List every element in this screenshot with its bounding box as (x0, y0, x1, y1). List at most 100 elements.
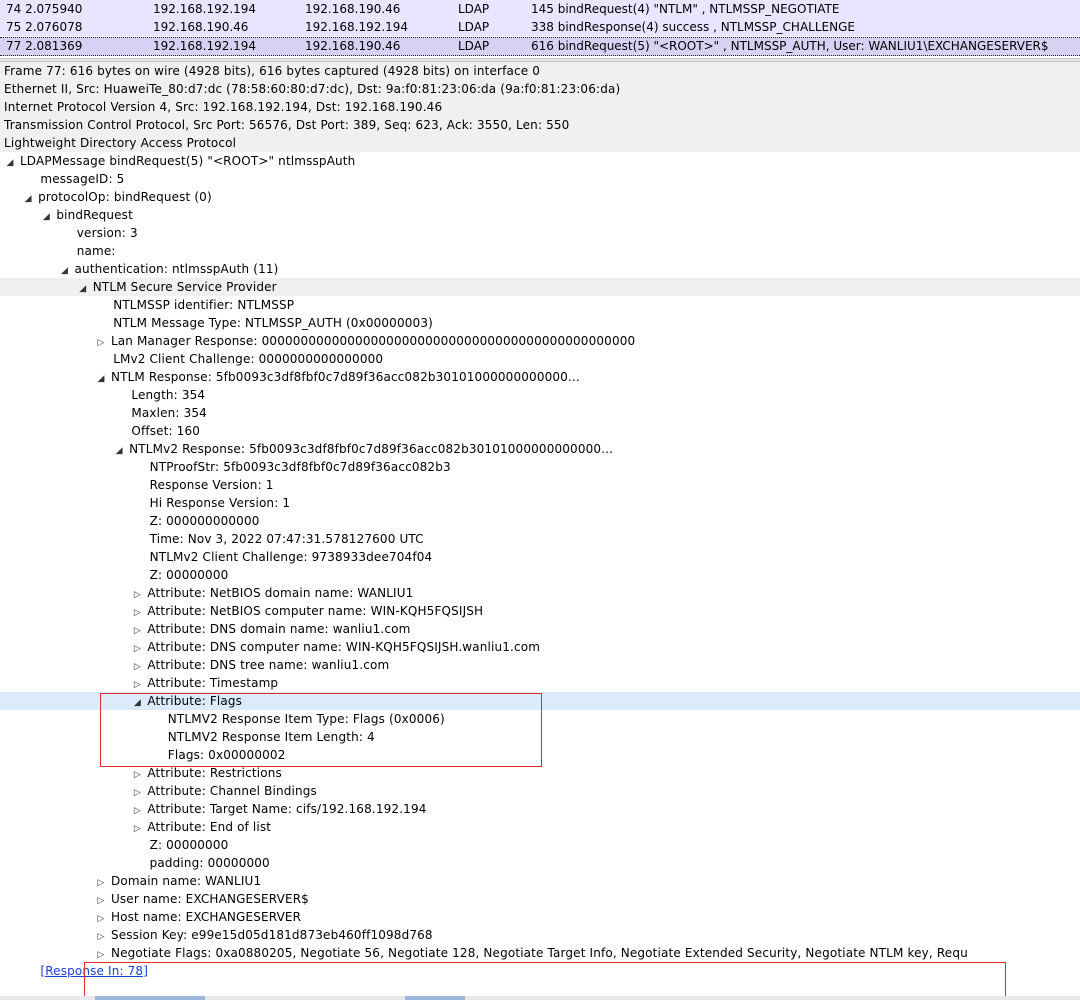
triangle-right-icon[interactable]: ▷ (131, 784, 143, 800)
tree-item-label: Internet Protocol Version 4, Src: 192.16… (4, 100, 443, 114)
tree-item[interactable]: Response Version: 1 (0, 476, 1080, 494)
tree-item[interactable]: NTLMv2 Client Challenge: 9738933dee704f0… (0, 548, 1080, 566)
triangle-right-icon[interactable]: ▷ (131, 676, 143, 692)
tree-item-label: Transmission Control Protocol, Src Port:… (4, 118, 570, 132)
tree-item-label: Maxlen: 354 (131, 406, 207, 420)
triangle-down-icon[interactable]: ◢ (4, 154, 16, 170)
tree-item[interactable]: Hi Response Version: 1 (0, 494, 1080, 512)
tree-item-label: Response Version: 1 (149, 478, 274, 492)
tree-item[interactable]: Z: 00000000 (0, 836, 1080, 854)
tree-item-label: LDAPMessage bindRequest(5) "<ROOT>" ntlm… (16, 154, 356, 168)
triangle-right-icon[interactable]: ▷ (95, 928, 107, 944)
scrollbar-thumb[interactable] (405, 996, 465, 1000)
tree-item[interactable]: ◢ NTLM Secure Service Provider (0, 278, 1080, 296)
tree-item[interactable]: Lightweight Directory Access Protocol (0, 134, 1080, 152)
tree-item[interactable]: ▷ Negotiate Flags: 0xa0880205, Negotiate… (0, 944, 1080, 962)
tree-item[interactable]: Z: 00000000 (0, 566, 1080, 584)
tree-item[interactable]: Z: 000000000000 (0, 512, 1080, 530)
tree-item[interactable]: ◢ bindRequest (0, 206, 1080, 224)
scrollbar-thumb-left[interactable] (95, 996, 205, 1000)
triangle-down-icon[interactable]: ◢ (95, 370, 107, 386)
tree-item[interactable]: Frame 77: 616 bytes on wire (4928 bits),… (0, 62, 1080, 80)
tree-item[interactable]: ◢ NTLMv2 Response: 5fb0093c3df8fbf0c7d89… (0, 440, 1080, 458)
tree-item[interactable]: Offset: 160 (0, 422, 1080, 440)
tree-item-label: Attribute: DNS tree name: wanliu1.com (143, 658, 390, 672)
tree-item[interactable]: ◢ LDAPMessage bindRequest(5) "<ROOT>" nt… (0, 152, 1080, 170)
tree-item[interactable]: ▷ Attribute: Target Name: cifs/192.168.1… (0, 800, 1080, 818)
tree-item-label: User name: EXCHANGESERVER$ (107, 892, 309, 906)
tree-item[interactable]: ◢ authentication: ntlmsspAuth (11) (0, 260, 1080, 278)
tree-item[interactable]: Length: 354 (0, 386, 1080, 404)
tree-item[interactable]: messageID: 5 (0, 170, 1080, 188)
triangle-right-icon[interactable]: ▷ (131, 820, 143, 836)
tree-item[interactable]: ▷ Session Key: e99e15d05d181d873eb460ff1… (0, 926, 1080, 944)
tree-item-label: Attribute: Channel Bindings (143, 784, 317, 798)
tree-item[interactable]: padding: 00000000 (0, 854, 1080, 872)
triangle-right-icon[interactable]: ▷ (131, 622, 143, 638)
tree-item[interactable]: ▷ Attribute: DNS tree name: wanliu1.com (0, 656, 1080, 674)
tree-item[interactable]: Time: Nov 3, 2022 07:47:31.578127600 UTC (0, 530, 1080, 548)
packet-number: 75 2.076078 (6, 20, 83, 34)
tree-item-label: Attribute: Timestamp (143, 676, 279, 690)
tree-item-label: Attribute: End of list (143, 820, 272, 834)
tree-item[interactable]: ▷ User name: EXCHANGESERVER$ (0, 890, 1080, 908)
packet-details-tree: Frame 77: 616 bytes on wire (4928 bits),… (0, 62, 1080, 1000)
tree-item[interactable]: ▷ Attribute: DNS computer name: WIN-KQH5… (0, 638, 1080, 656)
tree-item-label: Z: 00000000 (149, 568, 229, 582)
horizontal-scrollbar[interactable] (0, 996, 1080, 1000)
triangle-right-icon[interactable]: ▷ (131, 766, 143, 782)
tree-item[interactable]: LMv2 Client Challenge: 0000000000000000 (0, 350, 1080, 368)
packet-destination: 192.168.190.46 (305, 2, 401, 16)
triangle-right-icon[interactable]: ▷ (95, 946, 107, 962)
tree-item[interactable]: Ethernet II, Src: HuaweiTe_80:d7:dc (78:… (0, 80, 1080, 98)
packet-info: 145 bindRequest(4) "NTLM" , NTLMSSP_NEGO… (531, 2, 840, 16)
triangle-right-icon[interactable]: ▷ (95, 874, 107, 890)
triangle-right-icon[interactable]: ▷ (131, 604, 143, 620)
tree-item-label: LMv2 Client Challenge: 0000000000000000 (113, 352, 384, 366)
tree-item-label: Z: 00000000 (149, 838, 229, 852)
tree-item-label: Z: 000000000000 (149, 514, 260, 528)
triangle-right-icon[interactable]: ▷ (131, 658, 143, 674)
packet-info: 338 bindResponse(4) success , NTLMSSP_CH… (531, 20, 855, 34)
tree-item[interactable]: ▷ Attribute: NetBIOS domain name: WANLIU… (0, 584, 1080, 602)
tree-item-label: authentication: ntlmsspAuth (11) (70, 262, 279, 276)
tree-item-label: Negotiate Flags: 0xa0880205, Negotiate 5… (107, 946, 968, 960)
tree-item[interactable]: NTProofStr: 5fb0093c3df8fbf0c7d89f36acc0… (0, 458, 1080, 476)
tree-item[interactable]: NTLM Message Type: NTLMSSP_AUTH (0x00000… (0, 314, 1080, 332)
tree-item[interactable]: ▷ Attribute: Channel Bindings (0, 782, 1080, 800)
tree-item-label: Length: 354 (131, 388, 206, 402)
tree-item[interactable]: Transmission Control Protocol, Src Port:… (0, 116, 1080, 134)
triangle-right-icon[interactable]: ▷ (95, 334, 107, 350)
triangle-right-icon[interactable]: ▷ (95, 910, 107, 926)
tree-item[interactable]: version: 3 (0, 224, 1080, 242)
tree-item[interactable]: name: (0, 242, 1080, 260)
triangle-down-icon[interactable]: ◢ (77, 280, 89, 296)
tree-item[interactable]: Internet Protocol Version 4, Src: 192.16… (0, 98, 1080, 116)
tree-item[interactable]: ▷ Attribute: NetBIOS computer name: WIN-… (0, 602, 1080, 620)
tree-item[interactable]: Maxlen: 354 (0, 404, 1080, 422)
triangle-down-icon[interactable]: ◢ (113, 442, 125, 458)
tree-item[interactable]: ◢ NTLM Response: 5fb0093c3df8fbf0c7d89f3… (0, 368, 1080, 386)
packet-destination: 192.168.190.46 (305, 39, 401, 53)
packet-row[interactable]: 74 2.075940 192.168.192.194 192.168.190.46… (0, 0, 1080, 18)
tree-item-label: version: 3 (76, 226, 138, 240)
tree-item-label: name: (76, 244, 116, 258)
tree-item[interactable]: ▷ Domain name: WANLIU1 (0, 872, 1080, 890)
tree-item[interactable]: ▷ Host name: EXCHANGESERVER (0, 908, 1080, 926)
triangle-right-icon[interactable]: ▷ (131, 586, 143, 602)
tree-item[interactable]: ▷ Attribute: Timestamp (0, 674, 1080, 692)
tree-item[interactable]: ▷ Attribute: DNS domain name: wanliu1.co… (0, 620, 1080, 638)
tree-item[interactable]: NTLMSSP identifier: NTLMSSP (0, 296, 1080, 314)
tree-item[interactable]: ▷ Lan Manager Response: 0000000000000000… (0, 332, 1080, 350)
packet-row[interactable]: 75 2.076078 192.168.190.46 192.168.192.194… (0, 18, 1080, 36)
tree-item[interactable]: ◢ protocolOp: bindRequest (0) (0, 188, 1080, 206)
triangle-down-icon[interactable]: ◢ (59, 262, 71, 278)
packet-row-selected[interactable]: 77 2.081369 192.168.192.194 192.168.190.46… (0, 37, 1080, 56)
triangle-down-icon[interactable]: ◢ (40, 208, 52, 224)
tree-item[interactable]: ▷ Attribute: End of list (0, 818, 1080, 836)
triangle-down-icon[interactable]: ◢ (22, 190, 34, 206)
triangle-right-icon[interactable]: ▷ (131, 802, 143, 818)
triangle-right-icon[interactable]: ▷ (131, 640, 143, 656)
triangle-right-icon[interactable]: ▷ (95, 892, 107, 908)
tree-item-label: Attribute: Restrictions (143, 766, 282, 780)
